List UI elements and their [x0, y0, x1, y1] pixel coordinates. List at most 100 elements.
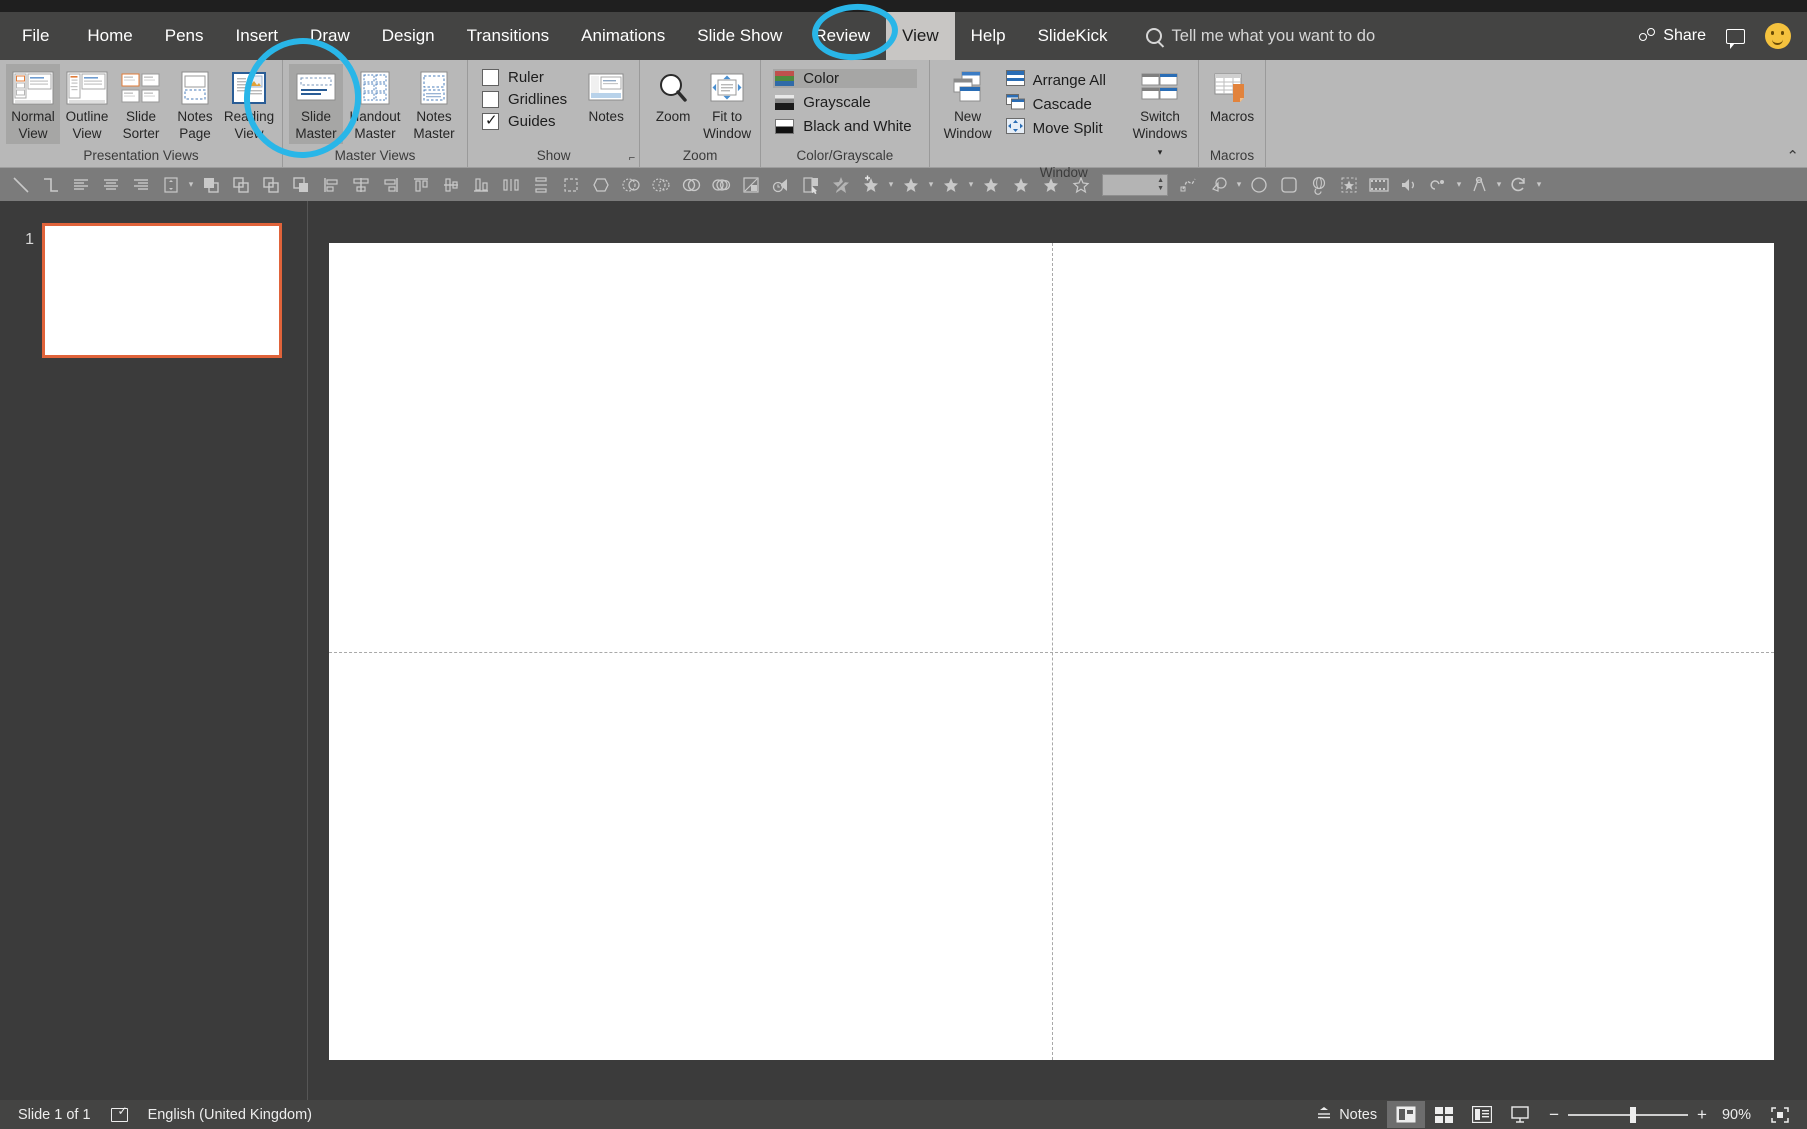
tab-animations[interactable]: Animations [565, 12, 681, 60]
elbow-connector-icon[interactable] [36, 170, 66, 200]
shape-intersect-icon[interactable] [676, 170, 706, 200]
align-right-icon[interactable] [126, 170, 156, 200]
align-objects-center-icon[interactable] [346, 170, 376, 200]
view-button-slide-sorter[interactable] [1425, 1101, 1463, 1128]
view-button-slide-show[interactable] [1501, 1101, 1539, 1128]
button-switch-windows[interactable]: Switch Windows ▾ [1128, 64, 1192, 163]
checkbox-ruler[interactable]: Ruler [482, 69, 567, 86]
hyperlink-icon[interactable] [1304, 170, 1334, 200]
tab-slide-show[interactable]: Slide Show [681, 12, 798, 60]
slide-thumbnail-pane[interactable]: 1 [0, 201, 308, 1100]
shape-circle-icon[interactable] [1244, 170, 1274, 200]
line-tool-icon[interactable] [6, 170, 36, 200]
button-move-split[interactable]: Move Split [1005, 118, 1106, 138]
button-cascade[interactable]: Cascade [1005, 94, 1106, 114]
zoom-slider-handle[interactable] [1630, 1106, 1637, 1123]
insert-audio-icon[interactable] [1394, 170, 1424, 200]
button-arrange-all[interactable]: Arrange All [1005, 70, 1106, 90]
checkbox-guides[interactable]: Guides [482, 111, 567, 130]
button-slide-sorter[interactable]: Slide Sorter [114, 64, 168, 144]
shape-effects-icon[interactable] [1424, 170, 1454, 200]
star-plus-icon[interactable] [856, 170, 886, 200]
tab-pens[interactable]: Pens [149, 12, 220, 60]
align-left-icon[interactable] [66, 170, 96, 200]
button-handout-master[interactable]: Handout Master [343, 64, 407, 144]
language-status[interactable]: English (United Kingdom) [138, 1107, 322, 1123]
line-spacing-icon[interactable] [156, 170, 186, 200]
spellcheck-status[interactable] [101, 1104, 138, 1122]
star-filled-icon[interactable] [896, 170, 926, 200]
selection-pane-icon[interactable] [796, 170, 826, 200]
align-top-icon[interactable] [406, 170, 436, 200]
line-spacing-caret-icon[interactable]: ▾ [186, 179, 196, 190]
option-black-and-white[interactable]: Black and White [773, 117, 916, 136]
feedback-smiley-icon[interactable] [1765, 23, 1791, 49]
zoom-slider[interactable]: − + 90% [1539, 1105, 1761, 1125]
insert-video-icon[interactable] [1364, 170, 1394, 200]
button-outline-view[interactable]: Outline View [60, 64, 114, 144]
fit-slide-to-window-button[interactable] [1761, 1101, 1799, 1128]
star-plus-caret-icon[interactable]: ▾ [886, 179, 896, 190]
animation-preview-icon[interactable] [766, 170, 796, 200]
search-input[interactable]: Tell me what you want to do [1145, 12, 1375, 60]
option-grayscale[interactable]: Grayscale [773, 93, 916, 112]
view-button-reading-view[interactable] [1463, 1101, 1501, 1128]
button-new-window[interactable]: New Window [936, 64, 1000, 144]
insert-placeholder-icon[interactable] [1334, 170, 1364, 200]
distribute-vertically-icon[interactable] [526, 170, 556, 200]
morph-shapes-icon[interactable] [1204, 170, 1234, 200]
button-fit-to-window[interactable]: Fit to Window [700, 64, 754, 144]
tab-file[interactable]: File [0, 12, 71, 60]
shape-effects-caret-icon[interactable]: ▾ [1454, 179, 1464, 190]
send-to-back-icon[interactable] [286, 170, 316, 200]
slide-canvas[interactable] [329, 243, 1774, 1060]
distribute-horizontally-icon[interactable] [496, 170, 526, 200]
vertical-guide[interactable] [1051, 243, 1053, 1060]
slide-count-status[interactable]: Slide 1 of 1 [8, 1107, 101, 1123]
slide-editing-pane[interactable] [308, 201, 1807, 1100]
button-slide-master[interactable]: Slide Master [289, 64, 343, 144]
checkbox-gridlines[interactable]: Gridlines [482, 91, 567, 108]
shape-rounded-rect-icon[interactable] [1274, 170, 1304, 200]
tab-draw[interactable]: Draw [294, 12, 366, 60]
option-color[interactable]: Color [773, 69, 917, 88]
switch-windows-caret-icon[interactable]: ▾ [1158, 147, 1163, 157]
bring-forward-icon[interactable] [226, 170, 256, 200]
button-notes-master[interactable]: Notes Master [407, 64, 461, 144]
align-middle-icon[interactable] [436, 170, 466, 200]
star-burst-icon[interactable] [826, 170, 856, 200]
drawing-toolbar-overflow-icon[interactable]: ▾ [1534, 179, 1544, 190]
comments-icon[interactable] [1726, 28, 1745, 49]
tab-review[interactable]: Review [798, 12, 886, 60]
send-backward-icon[interactable] [256, 170, 286, 200]
shape-styles-caret-icon[interactable]: ▾ [1494, 179, 1504, 190]
shape-styles-icon[interactable] [1464, 170, 1494, 200]
shape-union-icon[interactable] [616, 170, 646, 200]
button-normal-view[interactable]: Normal View [6, 64, 60, 144]
button-zoom[interactable]: Zoom [646, 64, 700, 127]
share-button[interactable]: Share [1639, 27, 1706, 45]
show-dialog-launcher-icon[interactable]: ⌐ [629, 152, 635, 164]
morph-shapes-caret-icon[interactable]: ▾ [1234, 179, 1244, 190]
bring-to-front-icon[interactable] [196, 170, 226, 200]
zoom-in-button[interactable]: + [1697, 1105, 1707, 1125]
notes-toggle-button[interactable]: Notes [1306, 1106, 1387, 1124]
collapse-ribbon-icon[interactable]: ⌃ [1786, 147, 1799, 165]
button-macros[interactable]: Macros [1205, 64, 1259, 127]
reset-rotation-icon[interactable] [1504, 170, 1534, 200]
view-button-normal[interactable] [1387, 1101, 1426, 1128]
shape-hexagon-icon[interactable] [586, 170, 616, 200]
group-objects-icon[interactable] [556, 170, 586, 200]
tab-home[interactable]: Home [71, 12, 148, 60]
align-objects-left-icon[interactable] [316, 170, 346, 200]
shape-combine-icon[interactable] [646, 170, 676, 200]
slide-thumbnail-1[interactable] [42, 223, 282, 358]
tab-insert[interactable]: Insert [220, 12, 295, 60]
zoom-out-button[interactable]: − [1549, 1105, 1559, 1125]
zoom-slider-track[interactable] [1568, 1106, 1689, 1123]
shape-subtract-icon[interactable] [706, 170, 736, 200]
zoom-level-label[interactable]: 90% [1716, 1107, 1751, 1123]
tab-view[interactable]: View [886, 12, 955, 60]
align-bottom-icon[interactable] [466, 170, 496, 200]
tab-slidekick[interactable]: SlideKick [1022, 12, 1124, 60]
